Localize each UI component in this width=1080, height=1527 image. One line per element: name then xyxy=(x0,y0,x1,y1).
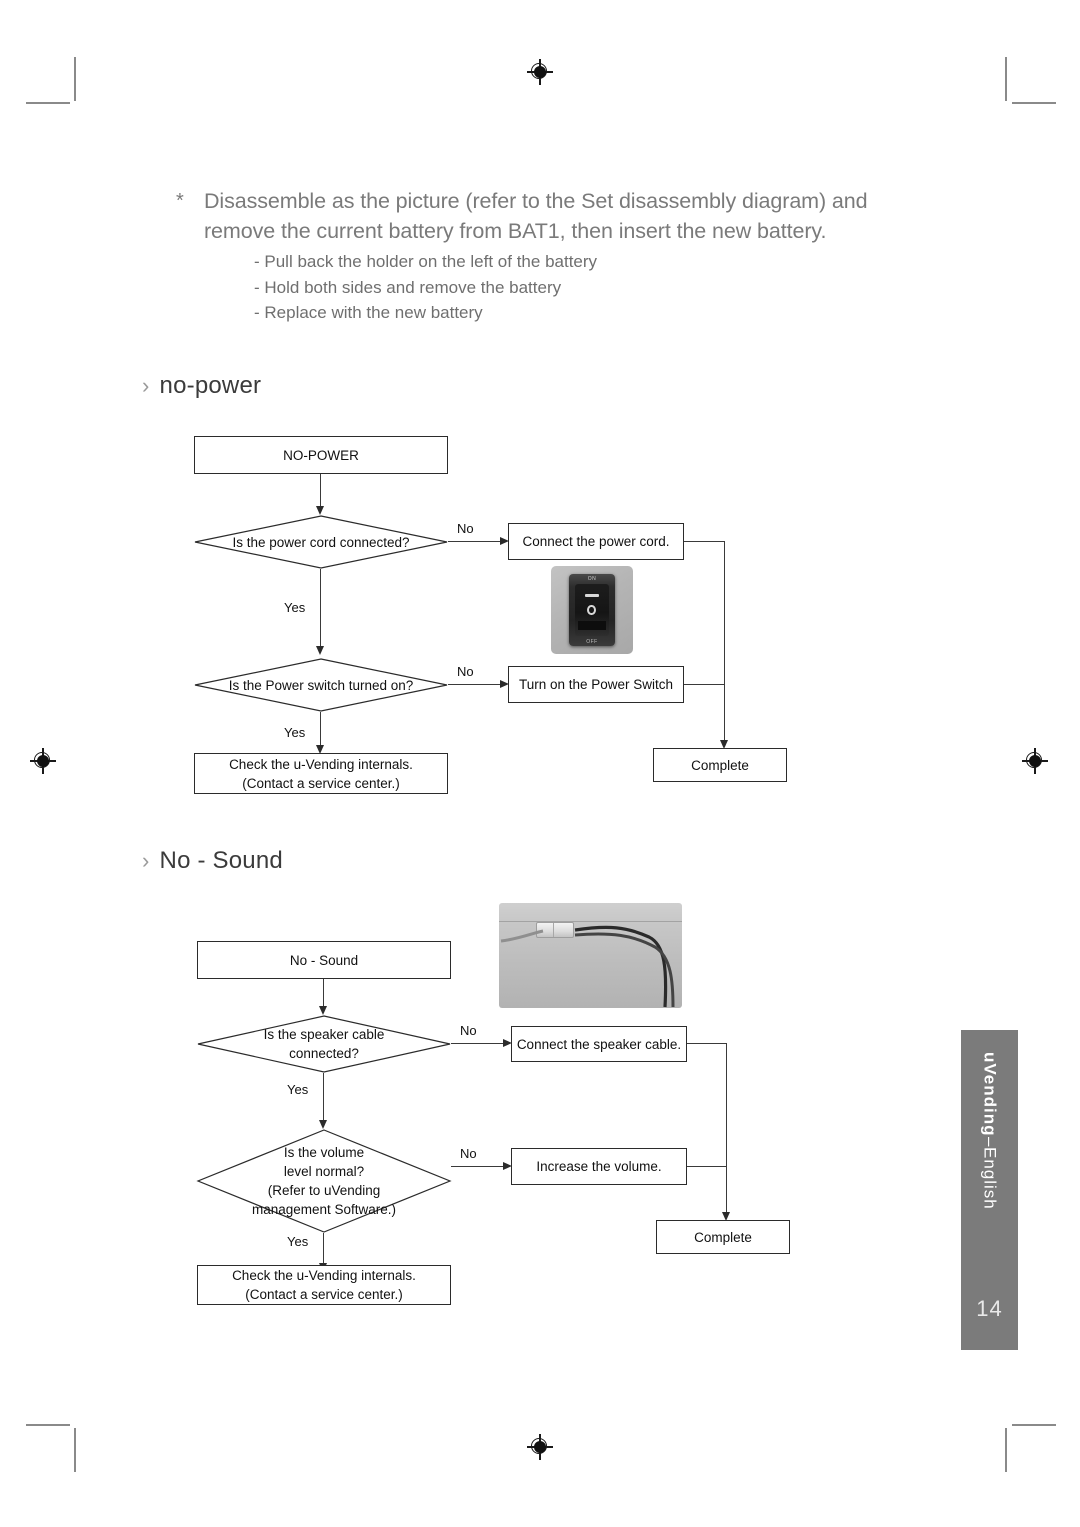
side-tab: uVending – English 14 xyxy=(961,1030,1018,1350)
side-tab-brand: uVending xyxy=(980,1052,1000,1137)
flow-edge-connect-cable-to-merge xyxy=(687,1043,727,1045)
speaker-cable-photo xyxy=(499,903,682,1008)
side-tab-text: uVending – English xyxy=(961,1030,1018,1280)
flow-edge-label-sound-decision2-yes: Yes xyxy=(287,1234,309,1249)
flow-edge-sound-decision1-no xyxy=(451,1043,505,1045)
side-tab-separator: – xyxy=(980,1136,1000,1147)
flow-node-complete-sound: Complete xyxy=(656,1220,790,1254)
flow-edge-label-sound-decision1-no: No xyxy=(460,1023,477,1038)
flow-edge-increase-volume-to-merge xyxy=(687,1166,727,1168)
flow-edge-label-sound-decision1-yes: Yes xyxy=(287,1082,309,1097)
flow-decision-volume-level: Is the volume level normal? (Refer to uV… xyxy=(196,1129,452,1233)
flow-node-check-internals-sound: Check the u-Vending internals. (Contact … xyxy=(197,1265,451,1305)
flow-edge-sound-start-to-decision1 xyxy=(323,979,325,1007)
side-tab-language: English xyxy=(980,1146,1000,1210)
flow-node-increase-volume-label: Increase the volume. xyxy=(536,1159,662,1174)
flow-node-connect-speaker-cable-label: Connect the speaker cable. xyxy=(516,1036,682,1052)
flowchart-no-sound: No - Sound Is the speaker cable connecte… xyxy=(0,0,1080,1527)
page-number: 14 xyxy=(976,1296,1003,1321)
flow-edge-sound-decision1-to-decision2 xyxy=(323,1073,325,1121)
flow-arrowhead-sound-decision1 xyxy=(319,1006,327,1015)
flow-node-check-internals-sound-line2: (Contact a service center.) xyxy=(245,1287,403,1302)
flow-edge-sound-merge-vertical xyxy=(726,1043,728,1214)
flow-node-no-sound-start-label: No - Sound xyxy=(289,952,359,968)
flow-node-check-internals-sound-line1: Check the u-Vending internals. xyxy=(232,1268,416,1283)
flow-arrowhead-sound-decision2 xyxy=(319,1120,327,1129)
flow-node-connect-speaker-cable: Connect the speaker cable. xyxy=(511,1026,687,1062)
flow-node-increase-volume: Increase the volume. xyxy=(511,1148,687,1185)
document-page: * Disassemble as the picture (refer to t… xyxy=(0,0,1080,1527)
flow-edge-sound-decision2-to-check xyxy=(323,1233,325,1265)
flow-node-no-sound-start: No - Sound xyxy=(197,941,451,979)
flow-edge-label-sound-decision2-no: No xyxy=(460,1146,477,1161)
flow-edge-sound-decision2-no xyxy=(451,1166,505,1168)
flow-node-complete-sound-label: Complete xyxy=(694,1229,752,1245)
flow-decision-speaker-cable: Is the speaker cable connected? xyxy=(197,1015,451,1073)
